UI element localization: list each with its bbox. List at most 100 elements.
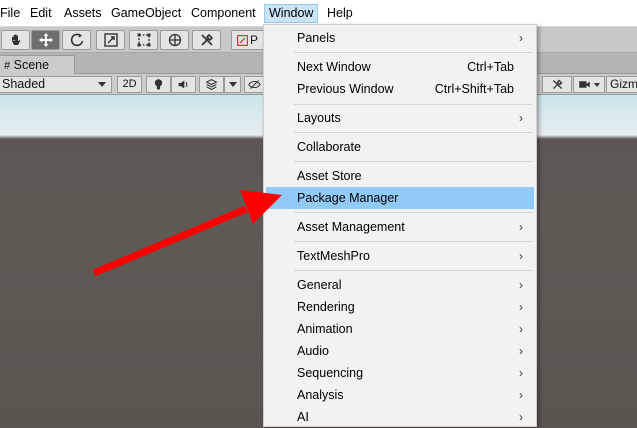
menu-item-previous-window[interactable]: Previous Window Ctrl+Shift+Tab xyxy=(266,78,534,100)
audio-toggle-button[interactable] xyxy=(171,76,196,93)
shading-mode-dropdown[interactable]: Shaded xyxy=(0,76,112,93)
menu-item-label: Previous Window xyxy=(297,82,394,96)
eye-slash-icon xyxy=(247,80,261,89)
rotate-tool-button[interactable] xyxy=(62,30,91,50)
menu-separator xyxy=(294,161,532,162)
layers-icon xyxy=(205,79,218,90)
move-tool-button[interactable] xyxy=(31,30,60,50)
menu-edit[interactable]: Edit xyxy=(26,4,56,23)
scene-tab-label: Scene xyxy=(13,58,50,72)
menu-item-asset-store[interactable]: Asset Store xyxy=(266,165,534,187)
chevron-right-icon: › xyxy=(519,31,523,45)
transform-tool-icon xyxy=(168,33,181,47)
menu-separator xyxy=(294,241,532,242)
move-tool-icon xyxy=(38,33,53,47)
pivot-toggle-button[interactable]: P xyxy=(231,30,265,50)
visibility-toggle-button[interactable] xyxy=(244,76,264,93)
scene-grid-icon: # xyxy=(4,60,11,72)
menu-separator xyxy=(294,52,532,53)
chevron-right-icon: › xyxy=(519,111,523,125)
chevron-right-icon: › xyxy=(519,278,523,292)
menu-item-layouts[interactable]: Layouts › xyxy=(266,107,534,129)
menu-item-package-manager[interactable]: Package Manager xyxy=(266,187,534,209)
effects-dropdown[interactable] xyxy=(224,76,241,93)
tools-settings-button[interactable] xyxy=(542,76,572,93)
chevron-right-icon: › xyxy=(519,322,523,336)
chevron-right-icon: › xyxy=(519,388,523,402)
menu-item-rendering[interactable]: Rendering › xyxy=(266,296,534,318)
menu-item-animation[interactable]: Animation › xyxy=(266,318,534,340)
toggle-2d-button[interactable]: 2D xyxy=(117,76,142,93)
shortcut-text: Ctrl+Tab xyxy=(467,60,514,74)
menu-item-label: Collaborate xyxy=(297,140,361,154)
hand-tool-button[interactable] xyxy=(1,30,30,50)
menu-item-audio[interactable]: Audio › xyxy=(266,340,534,362)
chevron-down-icon xyxy=(228,82,237,87)
camera-icon xyxy=(579,81,590,88)
menu-item-label: Rendering xyxy=(297,300,355,314)
chevron-right-icon: › xyxy=(519,220,523,234)
menu-item-label: Asset Store xyxy=(297,169,362,183)
menu-item-label: AI xyxy=(297,410,309,424)
lightbulb-icon xyxy=(154,79,163,90)
menu-help[interactable]: Help xyxy=(323,4,357,23)
camera-settings-button[interactable] xyxy=(573,76,605,93)
menu-item-label: General xyxy=(297,278,342,292)
transform-tool-button[interactable] xyxy=(160,30,189,50)
chevron-right-icon: › xyxy=(519,366,523,380)
menu-assets[interactable]: Assets xyxy=(60,4,106,23)
chevron-right-icon: › xyxy=(519,410,523,424)
speaker-icon xyxy=(178,80,188,89)
menu-item-label: TextMeshPro xyxy=(297,249,370,263)
chevron-down-icon xyxy=(98,82,106,87)
shading-mode-label: Shaded xyxy=(2,77,46,91)
rotate-tool-icon xyxy=(70,33,83,47)
menu-file[interactable]: File xyxy=(0,4,24,23)
tab-scene[interactable]: # Scene xyxy=(0,55,75,74)
menu-item-next-window[interactable]: Next Window Ctrl+Tab xyxy=(266,56,534,78)
effects-toggle-button[interactable] xyxy=(199,76,224,93)
menu-window[interactable]: Window xyxy=(264,4,319,23)
rect-tool-icon xyxy=(137,33,150,47)
chevron-right-icon: › xyxy=(519,249,523,263)
chevron-right-icon: › xyxy=(519,300,523,314)
menu-item-label: Audio xyxy=(297,344,329,358)
menu-item-label: Layouts xyxy=(297,111,341,125)
menu-item-label: Panels xyxy=(297,31,336,45)
scale-tool-button[interactable] xyxy=(96,30,125,50)
menu-item-label: Sequencing xyxy=(297,366,364,380)
menu-separator xyxy=(294,212,532,213)
custom-tool-icon xyxy=(200,33,213,46)
menu-separator xyxy=(294,104,532,105)
menu-item-collaborate[interactable]: Collaborate xyxy=(266,136,534,158)
menu-item-label: Next Window xyxy=(297,60,371,74)
lighting-toggle-button[interactable] xyxy=(146,76,171,93)
menu-gameobject[interactable]: GameObject xyxy=(107,4,185,23)
menu-item-label: Package Manager xyxy=(297,191,399,205)
chevron-down-icon xyxy=(594,82,600,87)
rect-tool-button[interactable] xyxy=(129,30,158,50)
gizmos-dropdown[interactable]: Gizm xyxy=(606,76,637,93)
menu-item-analysis[interactable]: Analysis › xyxy=(266,384,534,406)
menu-item-asset-management[interactable]: Asset Management › xyxy=(266,216,534,238)
menu-item-general[interactable]: General › xyxy=(266,274,534,296)
menu-item-panels[interactable]: Panels › xyxy=(266,27,534,49)
menu-item-label: Animation xyxy=(297,322,353,336)
shortcut-text: Ctrl+Shift+Tab xyxy=(434,82,514,96)
pivot-label: P xyxy=(250,33,259,47)
menu-item-label: Asset Management xyxy=(297,220,405,234)
menu-bar: File Edit Assets GameObject Component Wi… xyxy=(0,0,637,27)
hand-tool-icon xyxy=(11,34,20,45)
menu-separator xyxy=(294,132,532,133)
menu-component[interactable]: Component xyxy=(187,4,260,23)
wrench-icon xyxy=(552,79,562,90)
window-menu-dropdown: Panels › Next Window Ctrl+Tab Previous W… xyxy=(263,24,537,427)
custom-tool-button[interactable] xyxy=(192,30,221,50)
menu-item-label: Analysis xyxy=(297,388,344,402)
menu-separator xyxy=(294,270,532,271)
menu-item-ai[interactable]: AI › xyxy=(266,406,534,428)
scale-tool-icon xyxy=(103,33,118,47)
menu-item-sequencing[interactable]: Sequencing › xyxy=(266,362,534,384)
menu-item-textmeshpro[interactable]: TextMeshPro › xyxy=(266,245,534,267)
chevron-right-icon: › xyxy=(519,344,523,358)
